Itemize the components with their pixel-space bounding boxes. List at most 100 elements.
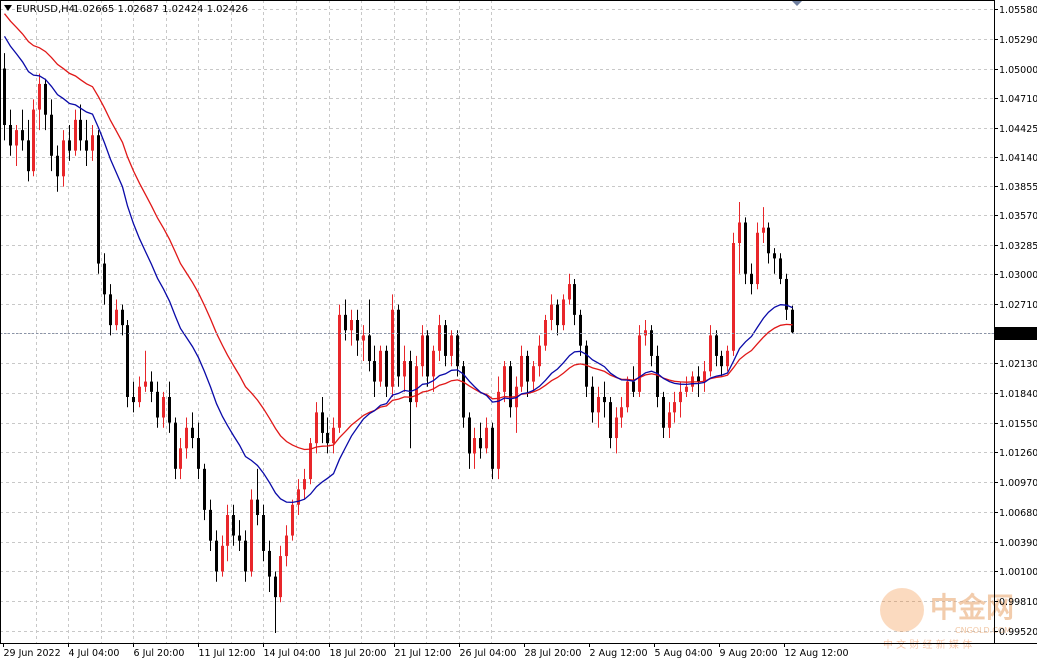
candle-body bbox=[497, 391, 500, 469]
candle-body bbox=[762, 227, 765, 233]
candle-body bbox=[185, 427, 188, 449]
current-price-label: 1.02426 bbox=[995, 327, 1037, 340]
candle-body bbox=[332, 427, 335, 444]
candle-body bbox=[174, 422, 177, 469]
price-tick-label: 1.03285 bbox=[999, 241, 1037, 252]
time-tick-label: 29 Jun 2022 bbox=[4, 648, 61, 659]
candle-body bbox=[615, 417, 618, 439]
candle-body bbox=[562, 299, 565, 326]
time-tick-label: 28 Jul 20:00 bbox=[525, 648, 582, 659]
candle bbox=[379, 345, 382, 387]
candle-body bbox=[203, 468, 206, 510]
candle-body bbox=[403, 361, 406, 377]
candle-body bbox=[91, 135, 94, 151]
candle bbox=[497, 376, 500, 480]
candle-body bbox=[685, 386, 688, 392]
price-tick-label: 1.02130 bbox=[999, 359, 1037, 370]
watermark-tagline: 中 文 财 经 新 媒 体 bbox=[883, 638, 972, 651]
price-tick-label: 1.01550 bbox=[999, 419, 1037, 430]
candle-body bbox=[244, 540, 247, 572]
ohlc-quote: 1.02665 1.02687 1.02424 1.02426 bbox=[73, 4, 248, 15]
candle-body bbox=[191, 427, 194, 439]
candle-body bbox=[650, 330, 653, 356]
candle-body bbox=[338, 314, 341, 428]
candle-body bbox=[15, 130, 18, 146]
candle bbox=[32, 99, 35, 177]
candle-body bbox=[379, 350, 382, 382]
candle-body bbox=[473, 438, 476, 454]
candle-body bbox=[421, 335, 424, 367]
candle bbox=[638, 325, 641, 397]
price-tick-label: 1.00970 bbox=[999, 478, 1037, 489]
candle-body bbox=[262, 515, 265, 551]
candle-body bbox=[268, 550, 271, 577]
candle-body bbox=[97, 135, 100, 264]
candle-body bbox=[344, 314, 347, 331]
candle-body bbox=[38, 83, 41, 110]
price-tick-label: 0.99810 bbox=[999, 597, 1037, 608]
candle-body bbox=[144, 381, 147, 387]
candle-body bbox=[27, 140, 30, 172]
candle-body bbox=[350, 320, 353, 331]
candle bbox=[732, 232, 735, 356]
candle-body bbox=[556, 304, 559, 326]
candle-body bbox=[756, 232, 759, 285]
candle-body bbox=[426, 335, 429, 377]
candle-body bbox=[509, 366, 512, 408]
candle-body bbox=[603, 396, 606, 403]
candle-body bbox=[321, 412, 324, 433]
candle-body bbox=[656, 355, 659, 397]
candle-body bbox=[21, 130, 24, 141]
current-price-value: 1.02426 bbox=[998, 329, 1037, 340]
candle-body bbox=[573, 284, 576, 315]
candle-body bbox=[709, 335, 712, 372]
candle-body bbox=[121, 309, 124, 326]
chart-background bbox=[0, 0, 1037, 661]
candle-body bbox=[397, 309, 400, 377]
candle-body bbox=[274, 576, 277, 598]
candle-body bbox=[779, 258, 782, 279]
time-tick-label: 18 Jul 20:00 bbox=[330, 648, 387, 659]
candle-body bbox=[162, 396, 165, 418]
candle-body bbox=[550, 304, 553, 320]
time-tick-label: 21 Jul 12:00 bbox=[395, 648, 452, 659]
candle-body bbox=[773, 253, 776, 259]
price-tick-label: 1.05290 bbox=[999, 35, 1037, 46]
candle-body bbox=[638, 335, 641, 392]
candle-body bbox=[503, 366, 506, 392]
candle-body bbox=[150, 381, 153, 392]
candle-body bbox=[368, 335, 371, 362]
candle-body bbox=[291, 504, 294, 536]
candle-body bbox=[750, 273, 753, 285]
candle-body bbox=[209, 509, 212, 541]
candle-body bbox=[538, 345, 541, 367]
candle-body bbox=[238, 535, 241, 541]
candle-body bbox=[620, 407, 623, 418]
candle-body bbox=[232, 515, 235, 536]
price-tick-label: 1.02710 bbox=[999, 300, 1037, 311]
candle-body bbox=[256, 499, 259, 516]
candle-body bbox=[303, 479, 306, 490]
candle-body bbox=[668, 412, 671, 428]
price-tick-label: 1.04140 bbox=[999, 153, 1037, 164]
candle-body bbox=[544, 320, 547, 346]
candle-body bbox=[9, 124, 12, 146]
candle-body bbox=[156, 391, 159, 418]
candle-body bbox=[579, 314, 582, 346]
candle-body bbox=[391, 309, 394, 387]
candle-body bbox=[715, 335, 718, 356]
candle bbox=[97, 130, 100, 274]
candle-body bbox=[415, 366, 418, 403]
candle bbox=[397, 304, 400, 387]
candle-body bbox=[468, 417, 471, 454]
candle-body bbox=[662, 396, 665, 428]
time-tick-label: 5 Aug 04:00 bbox=[655, 648, 713, 659]
candle bbox=[626, 376, 629, 413]
candle-body bbox=[32, 109, 35, 172]
price-tick-label: 1.00100 bbox=[999, 567, 1037, 578]
candle-body bbox=[197, 438, 200, 469]
candle-body bbox=[450, 335, 453, 356]
candle-body bbox=[644, 330, 647, 336]
candle-body bbox=[168, 396, 171, 423]
symbol-label: EURUSD,H4 bbox=[16, 4, 75, 15]
